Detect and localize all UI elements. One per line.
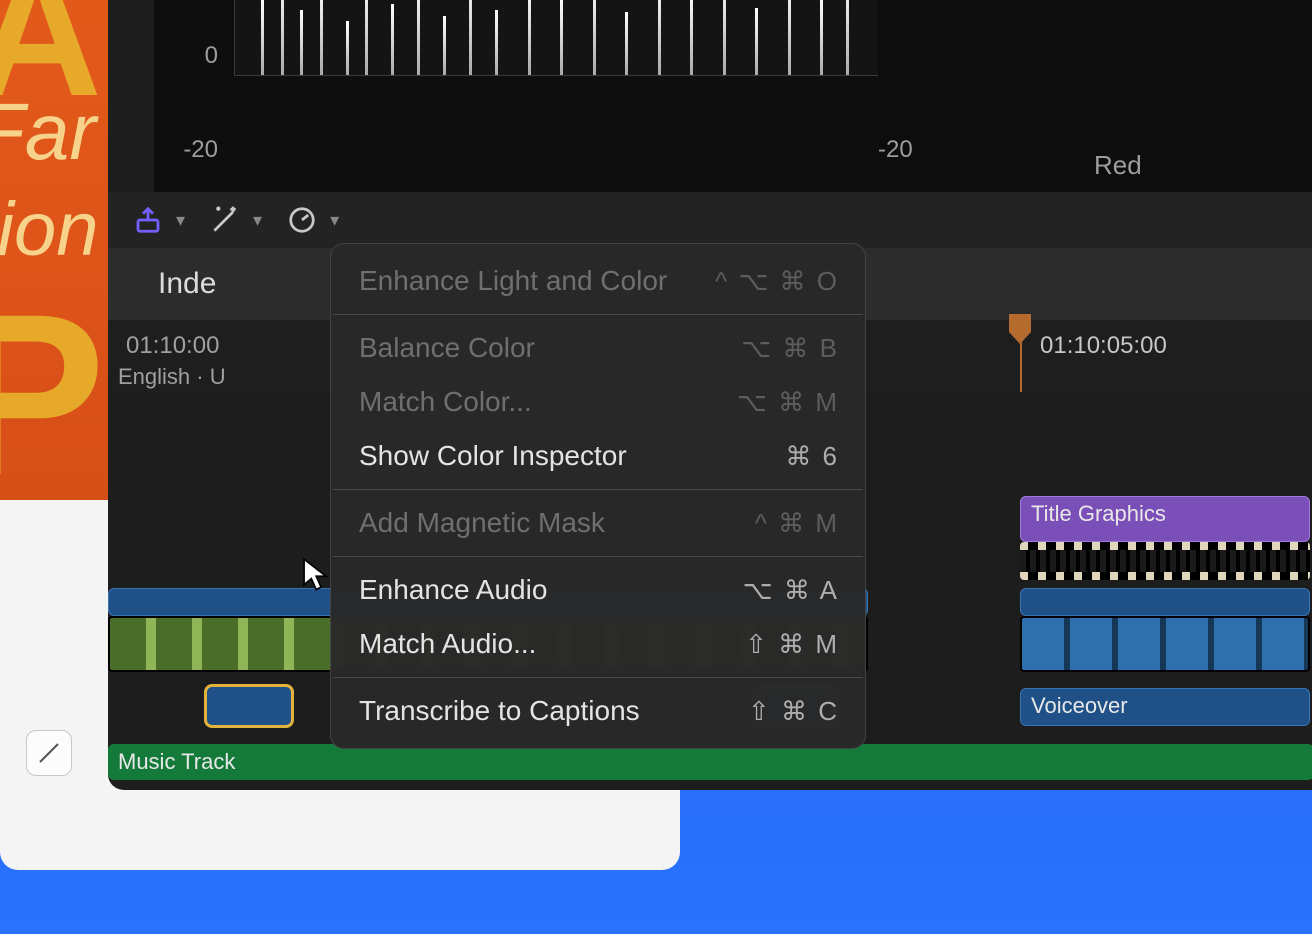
poster-text-2: tion [0,186,99,273]
menu-item-match-audio[interactable]: Match Audio... ⇧ ⌘ M [331,617,865,671]
menu-item-shortcut: ⌥ ⌘ A [743,575,839,606]
color-scope-pane: -20 Red [878,0,1312,192]
clip-voiceover[interactable]: Voiceover [1020,688,1310,726]
menu-item-shortcut: ^ ⌥ ⌘ O [715,266,839,297]
poster-sidebar: A Far tion P [0,0,122,500]
timecode-left: 01:10:00 [126,332,219,360]
menu-item-shortcut: ⌥ ⌘ M [737,387,839,418]
menu-separator [333,677,863,678]
audio-scale: 0 -20 [154,0,234,192]
menu-item-transcribe-to-captions[interactable]: Transcribe to Captions ⇧ ⌘ C [331,684,865,738]
retime-dropdown-chevron-icon[interactable]: ▾ [330,210,339,231]
clip-audio-selected-1[interactable] [206,686,292,726]
share-button[interactable] [126,200,170,240]
magic-wand-button[interactable] [203,200,247,240]
clip-title-graphics-filmstrip[interactable] [1020,542,1310,580]
menu-item-label: Enhance Audio [359,574,547,606]
menu-item-label: Balance Color [359,332,535,364]
audio-scale-20: -20 [183,136,218,164]
menu-item-label: Show Color Inspector [359,440,627,472]
menu-item-match-color: Match Color... ⌥ ⌘ M [331,375,865,429]
language-indicator: English · U [118,364,226,390]
menu-item-balance-color: Balance Color ⌥ ⌘ B [331,321,865,375]
menu-item-label: Transcribe to Captions [359,695,640,727]
poster-tail-letter: P [0,262,79,500]
clip-hero-shot-header[interactable] [1020,588,1310,616]
menu-item-label: Add Magnetic Mask [359,507,605,539]
audio-meter-pane: 0 -20 [154,0,934,192]
menu-item-show-color-inspector[interactable]: Show Color Inspector ⌘ 6 [331,429,865,483]
wand-dropdown-chevron-icon[interactable]: ▾ [253,210,262,231]
menu-item-shortcut: ⌥ ⌘ B [741,333,839,364]
menu-item-shortcut: ⇧ ⌘ M [745,629,839,660]
clip-hero-shot-thumbs[interactable] [1020,616,1310,672]
clip-music-track[interactable]: Music Track [108,744,1312,780]
menu-item-enhance-light-and-color: Enhance Light and Color ^ ⌥ ⌘ O [331,254,865,308]
audio-scale-0: 0 [205,42,218,70]
menu-item-shortcut: ⌘ 6 [785,441,839,472]
clip-label: Music Track [118,749,235,774]
menu-item-enhance-audio[interactable]: Enhance Audio ⌥ ⌘ A [331,563,865,617]
final-cut-pro-window: 0 -20 [108,0,1312,790]
clip-title-graphics[interactable]: Title Graphics [1020,496,1310,542]
menu-separator [333,556,863,557]
timeline-toolbar: ▾ ▾ ▾ [108,192,1312,248]
retime-gauge-button[interactable] [280,200,324,240]
enhance-context-menu: Enhance Light and Color ^ ⌥ ⌘ O Balance Co… [330,243,866,749]
share-dropdown-chevron-icon[interactable]: ▾ [176,210,185,231]
poster-text-1: Far [0,86,96,178]
menu-separator [333,489,863,490]
menu-item-shortcut: ⇧ ⌘ C [748,696,839,727]
scope-scale-20: -20 [878,136,913,164]
menu-separator [333,314,863,315]
audio-waveform-box[interactable] [234,0,886,76]
clip-label: Title Graphics [1031,501,1166,526]
menu-item-label: Match Color... [359,386,532,418]
scope-channel-label: Red [1094,150,1142,181]
menu-item-add-magnetic-mask: Add Magnetic Mask ^ ⌘ M [331,496,865,550]
index-button[interactable]: Inde [158,267,216,301]
menu-item-label: Match Audio... [359,628,536,660]
menu-item-label: Enhance Light and Color [359,265,667,297]
clip-label: Voiceover [1031,693,1128,718]
menu-item-shortcut: ^ ⌘ M [755,508,839,539]
timecode-playhead: 01:10:05:00 [1040,332,1167,360]
pencil-app-icon[interactable] [26,730,72,776]
